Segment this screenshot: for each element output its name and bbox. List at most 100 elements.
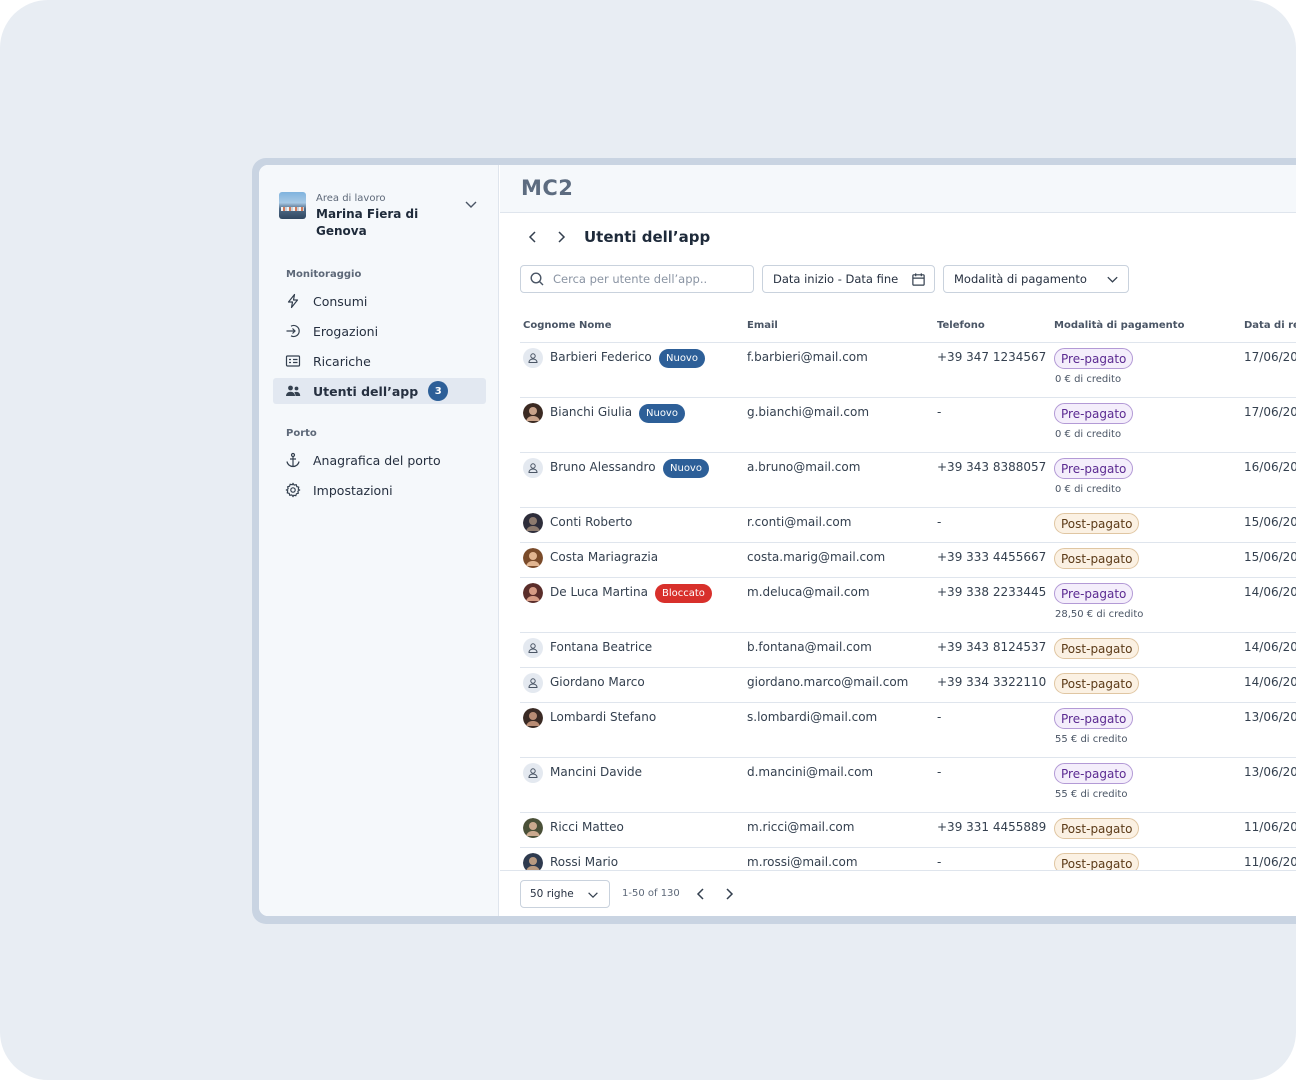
table-row[interactable]: Rossi Mario m.rossi@mail.com - Post-pagato 1… — [520, 848, 1296, 870]
user-icon — [523, 763, 543, 783]
date-range-filter[interactable]: Data inizio - Data fine — [762, 265, 935, 293]
users-count-badge: 3 — [428, 381, 449, 401]
chevron-down-icon — [1107, 276, 1118, 283]
payment-method-filter[interactable]: Modalità di pagamento — [943, 265, 1129, 293]
chevron-down-icon[interactable] — [463, 196, 479, 212]
table-row[interactable]: Bianchi Giulia Nuovo g.bianchi@mail.com - Pr… — [520, 398, 1296, 453]
user-icon — [523, 638, 543, 658]
payment-method-badge: Post-pagato — [1054, 853, 1140, 870]
page-title: Utenti dell’app — [584, 228, 711, 246]
calendar-icon — [912, 273, 925, 286]
sidebar-item-impostazioni[interactable]: Impostazioni — [273, 477, 486, 503]
user-name: Mancini Davide — [550, 765, 643, 779]
gear-icon — [285, 482, 301, 498]
user-phone: - — [937, 515, 942, 529]
table-row[interactable]: Ricci Matteo m.ricci@mail.com +39 331 4455… — [520, 813, 1296, 848]
avatar — [523, 403, 543, 423]
user-name: De Luca Martina — [550, 585, 648, 599]
table-footer: 50 righe 1-50 of 130 — [500, 870, 1296, 916]
back-arrow-icon[interactable] — [525, 229, 541, 245]
table-row[interactable]: Lombardi Stefano s.lombardi@mail.com - Pre-… — [520, 703, 1296, 758]
table-row[interactable]: Conti Roberto r.conti@mail.com - Post-pagat… — [520, 508, 1296, 543]
user-phone: +39 333 4455667 — [937, 550, 1047, 564]
sidebar-item-label: Ricariche — [313, 353, 371, 369]
user-name: Bianchi Giulia — [550, 405, 633, 419]
user-email: s.lombardi@mail.com — [747, 710, 878, 724]
avatar — [523, 708, 543, 728]
user-email: a.bruno@mail.com — [747, 460, 861, 474]
registration-date: 17/06/202 — [1244, 405, 1296, 419]
workspace-switcher[interactable]: Area di lavoro Marina Fiera di Genova — [279, 192, 479, 252]
table-row[interactable]: De Luca Martina Bloccato m.deluca@mail.com… — [520, 578, 1296, 633]
user-name: Costa Mariagrazia — [550, 550, 659, 564]
table-row[interactable]: Barbieri Federico Nuovo f.barbieri@mail.co… — [520, 343, 1296, 398]
table-header: Cognome Nome Email Telefono Modalità di … — [520, 317, 1296, 343]
user-email: b.fontana@mail.com — [747, 640, 872, 654]
column-header-date[interactable]: Data di re — [1244, 320, 1296, 331]
user-phone: - — [937, 765, 942, 779]
table-row[interactable]: Mancini Davide d.mancini@mail.com - Pre-pag… — [520, 758, 1296, 813]
payment-method-badge: Post-pagato — [1054, 638, 1140, 659]
sidebar-item-label: Utenti dell’app — [313, 383, 419, 399]
credit-amount: 0 € di credito — [1055, 484, 1122, 495]
payment-method-badge: Pre-pagato — [1054, 763, 1134, 784]
users-icon — [286, 385, 301, 396]
search-input[interactable] — [553, 272, 743, 286]
column-header-payment[interactable]: Modalità di pagamento — [1054, 320, 1184, 331]
sidebar-item-utenti[interactable]: Utenti dell’app 3 — [273, 378, 486, 404]
registration-date: 13/06/202 — [1244, 765, 1296, 779]
search-icon — [530, 272, 544, 286]
search-box[interactable] — [520, 265, 754, 293]
table-row[interactable]: Fontana Beatrice b.fontana@mail.com +39 34… — [520, 633, 1296, 668]
user-phone: +39 331 4455889 — [937, 820, 1047, 834]
user-phone: - — [937, 405, 942, 419]
registration-date: 14/06/202 — [1244, 585, 1296, 599]
status-badge: Nuovo — [659, 349, 705, 368]
forward-arrow-icon[interactable] — [553, 229, 569, 245]
user-phone: +39 338 2233445 — [937, 585, 1047, 599]
registration-date: 15/06/202 — [1244, 550, 1296, 564]
avatar — [523, 818, 543, 838]
bolt-icon — [287, 293, 299, 309]
user-phone: - — [937, 855, 942, 869]
user-phone: +39 343 8124537 — [937, 640, 1047, 654]
avatar — [523, 853, 543, 870]
user-email: costa.marig@mail.com — [747, 550, 886, 564]
rows-per-page-value: 50 righe — [530, 888, 574, 900]
payment-method-badge: Pre-pagato — [1054, 403, 1134, 424]
next-page-icon[interactable] — [721, 886, 737, 902]
credit-amount: 55 € di credito — [1055, 789, 1128, 800]
payment-method-badge: Pre-pagato — [1054, 583, 1134, 604]
registration-date: 14/06/202 — [1244, 675, 1296, 689]
user-phone: - — [937, 710, 942, 724]
sidebar-item-erogazioni[interactable]: Erogazioni — [273, 318, 486, 344]
registration-date: 15/06/202 — [1244, 515, 1296, 529]
previous-page-icon[interactable] — [693, 886, 709, 902]
sidebar-item-ricariche[interactable]: Ricariche — [273, 348, 486, 374]
registration-date: 17/06/202 — [1244, 350, 1296, 364]
table-row[interactable]: Costa Mariagrazia costa.marig@mail.com +39… — [520, 543, 1296, 578]
workspace-thumbnail — [279, 192, 306, 219]
rows-per-page-select[interactable]: 50 righe — [520, 880, 610, 908]
pagination-range: 1-50 of 130 — [622, 888, 680, 899]
payment-method-badge: Post-pagato — [1054, 513, 1140, 534]
status-badge: Nuovo — [663, 459, 709, 478]
user-email: m.deluca@mail.com — [747, 585, 870, 599]
sidebar-item-consumi[interactable]: Consumi — [273, 288, 486, 314]
column-header-email[interactable]: Email — [747, 320, 778, 331]
column-header-phone[interactable]: Telefono — [937, 320, 985, 331]
table-row[interactable]: Bruno Alessandro Nuovo a.bruno@mail.com +39… — [520, 453, 1296, 508]
user-phone: +39 334 3322110 — [937, 675, 1047, 689]
user-email: m.ricci@mail.com — [747, 820, 855, 834]
section-title-porto: Porto — [286, 428, 317, 439]
payment-method-badge: Post-pagato — [1054, 548, 1140, 569]
avatar — [523, 548, 543, 568]
column-header-name[interactable]: Cognome Nome — [523, 320, 611, 331]
sidebar-item-anagrafica[interactable]: Anagrafica del porto — [273, 447, 486, 473]
workspace-name: Marina Fiera di Genova — [316, 207, 419, 238]
table-row[interactable]: Giordano Marco giordano.marco@mail.com +39… — [520, 668, 1296, 703]
user-email: r.conti@mail.com — [747, 515, 852, 529]
sidebar-item-label: Anagrafica del porto — [313, 452, 441, 468]
receipt-icon — [285, 355, 301, 367]
user-phone: +39 347 1234567 — [937, 350, 1047, 364]
